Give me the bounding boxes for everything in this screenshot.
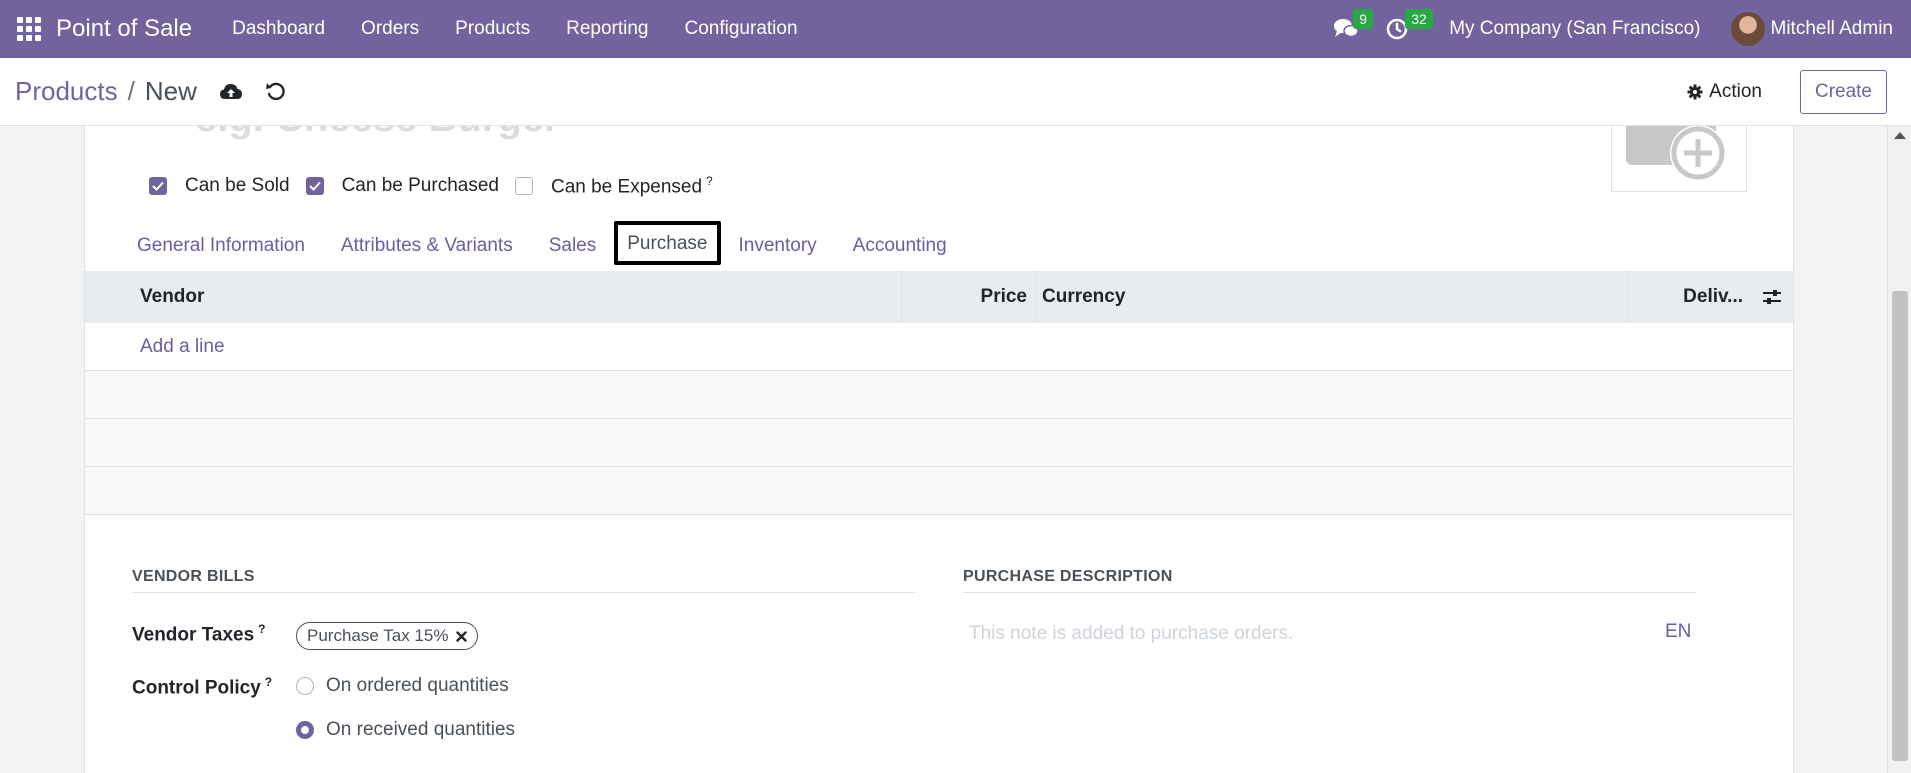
top-navbar: Point of Sale Dashboard Orders Products … <box>0 0 1911 58</box>
checkmark-icon <box>308 181 321 192</box>
can-be-purchased-label: Can be Purchased <box>341 175 499 197</box>
table-row: Add a line <box>85 323 1793 371</box>
radio-button[interactable] <box>296 677 314 695</box>
vendor-taxes-label: Vendor Taxes? <box>132 622 266 646</box>
sliders-icon <box>1763 290 1781 304</box>
gear-icon <box>1687 84 1703 99</box>
create-button[interactable]: Create <box>1799 69 1887 114</box>
tab-attributes-variants[interactable]: Attributes & Variants <box>323 235 531 267</box>
messages-count-badge: 9 <box>1353 9 1373 29</box>
menu-dashboard[interactable]: Dashboard <box>214 18 343 40</box>
action-label: Action <box>1709 80 1762 102</box>
breadcrumb: Products / New <box>15 76 197 107</box>
tab-sales[interactable]: Sales <box>531 235 615 267</box>
vendor-tax-tag[interactable]: Purchase Tax 15% <box>296 622 479 650</box>
column-currency[interactable]: Currency <box>1035 271 1125 323</box>
can-be-sold-checkbox[interactable] <box>149 177 167 196</box>
table-row <box>85 371 1793 419</box>
add-image-icon <box>1626 126 1726 181</box>
avatar[interactable] <box>1730 12 1765 46</box>
page-scrollbar[interactable] <box>1887 126 1911 773</box>
save-button[interactable] <box>219 82 243 102</box>
help-tooltip-icon[interactable]: ? <box>706 174 713 188</box>
radio-label: On ordered quantities <box>326 675 509 696</box>
radio-label: On received quantities <box>326 719 516 740</box>
radio-ordered-quantities[interactable]: On ordered quantities <box>296 675 509 697</box>
app-name[interactable]: Point of Sale <box>56 15 192 43</box>
scrollbar-thumb[interactable] <box>1892 291 1908 761</box>
remove-tag-icon[interactable] <box>456 630 468 642</box>
user-menu[interactable]: Mitchell Admin <box>1771 18 1894 40</box>
breadcrumb-current: New <box>144 76 197 106</box>
product-name-input[interactable]: e.g. Cheese Burger <box>195 126 560 141</box>
navbar-systray: 9 32 My Company (San Francisco) Mitchell… <box>1333 0 1911 58</box>
activities-count-badge: 32 <box>1405 9 1433 29</box>
product-image-field[interactable] <box>1611 126 1747 192</box>
activities-button[interactable]: 32 <box>1385 9 1433 41</box>
form-notebook-tabs: General Information Attributes & Variant… <box>85 221 1793 267</box>
checkmark-icon <box>152 181 164 192</box>
purchase-description-section-title: PURCHASE DESCRIPTION <box>963 568 1696 593</box>
company-switcher[interactable]: My Company (San Francisco) <box>1449 18 1700 40</box>
vendor-taxes-text: Vendor Taxes <box>132 624 255 646</box>
messages-button[interactable]: 9 <box>1333 9 1373 41</box>
column-price[interactable]: Price <box>901 271 1033 323</box>
product-options: Can be Sold Can be Purchased Can be Expe… <box>147 174 727 198</box>
control-policy-label: Control Policy? <box>132 675 272 699</box>
can-be-expensed-label: Can be Expensed? <box>551 174 713 198</box>
breadcrumb-products-link[interactable]: Products <box>15 76 118 107</box>
translate-language-button[interactable]: EN <box>1665 621 1691 643</box>
column-delivery[interactable]: Deliv... <box>1627 271 1749 323</box>
menu-orders[interactable]: Orders <box>343 18 437 40</box>
cloud-upload-icon <box>219 83 242 99</box>
tab-accounting[interactable]: Accounting <box>835 235 965 267</box>
discard-button[interactable] <box>265 81 287 103</box>
control-panel-actions: Action Create <box>1687 69 1911 114</box>
can-be-purchased-checkbox[interactable] <box>305 177 324 196</box>
menu-products[interactable]: Products <box>437 18 548 40</box>
add-a-line-link[interactable]: Add a line <box>140 336 225 358</box>
can-be-expensed-checkbox[interactable] <box>514 177 533 196</box>
can-be-sold-label: Can be Sold <box>185 175 290 197</box>
column-vendor[interactable]: Vendor <box>140 271 204 323</box>
control-panel: Products / New Action Create <box>0 58 1911 126</box>
vendor-table-header: Vendor Price Currency Deliv... <box>85 271 1793 323</box>
product-form-sheet: e.g. Cheese Burger Can be Sold Can be Pu… <box>84 126 1794 773</box>
scroll-up-arrow-icon[interactable] <box>1894 132 1906 139</box>
apps-grid-icon[interactable] <box>14 14 44 44</box>
control-policy-text: Control Policy <box>132 677 261 699</box>
help-tooltip-icon[interactable]: ? <box>265 675 272 689</box>
tab-purchase[interactable]: Purchase <box>614 221 721 265</box>
radio-button-selected[interactable] <box>296 721 314 739</box>
tab-inventory[interactable]: Inventory <box>721 235 835 267</box>
table-row <box>85 419 1793 467</box>
breadcrumb-separator: / <box>127 76 135 106</box>
vendor-bills-section-title: VENDOR BILLS <box>132 568 915 593</box>
menu-reporting[interactable]: Reporting <box>548 18 666 40</box>
purchase-description-input[interactable]: This note is added to purchase orders. <box>969 623 1293 645</box>
help-tooltip-icon[interactable]: ? <box>258 622 265 636</box>
menu-configuration[interactable]: Configuration <box>667 18 816 40</box>
table-row <box>85 467 1793 515</box>
undo-icon <box>265 82 285 100</box>
can-be-expensed-text: Can be Expensed <box>550 176 703 198</box>
radio-received-quantities[interactable]: On received quantities <box>296 719 515 741</box>
tab-general-information[interactable]: General Information <box>119 235 323 267</box>
optional-columns-toggle[interactable] <box>1749 271 1793 323</box>
vendor-tax-tag-label: Purchase Tax 15% <box>307 626 449 645</box>
action-menu-button[interactable]: Action <box>1687 81 1762 103</box>
